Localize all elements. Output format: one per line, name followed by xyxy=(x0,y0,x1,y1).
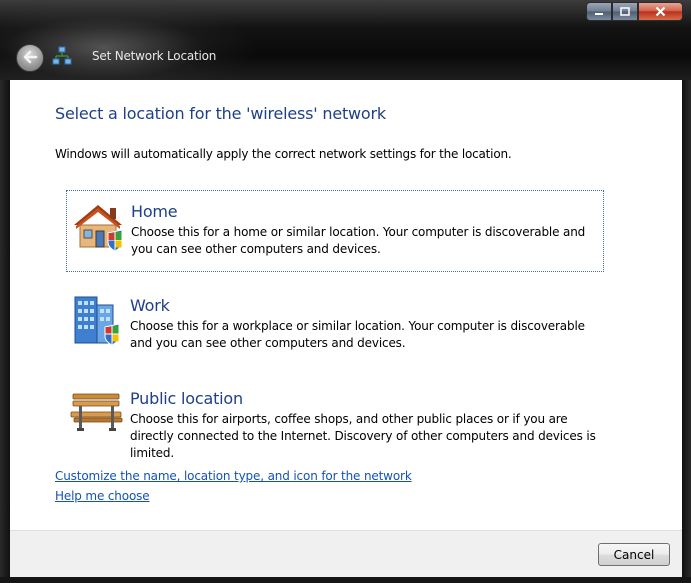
help-me-choose-link[interactable]: Help me choose xyxy=(55,489,150,503)
option-work[interactable]: Work Choose this for a workplace or simi… xyxy=(66,285,604,367)
close-icon xyxy=(655,6,666,17)
caption-buttons xyxy=(586,2,683,22)
option-public-description: Choose this for airports, coffee shops, … xyxy=(130,412,596,460)
back-button[interactable] xyxy=(16,44,44,72)
title-bar: Set Network Location xyxy=(0,0,691,80)
dialog-footer: Cancel xyxy=(10,530,682,577)
minimize-icon xyxy=(594,8,604,16)
customize-network-link[interactable]: Customize the name, location type, and i… xyxy=(55,469,412,483)
option-work-title: Work xyxy=(130,296,170,315)
maximize-button[interactable] xyxy=(612,2,638,21)
option-work-description: Choose this for a workplace or similar l… xyxy=(130,319,585,350)
option-home-description: Choose this for a home or similar locati… xyxy=(131,225,586,256)
set-network-location-window: Set Network Location Select a location f… xyxy=(0,0,691,583)
maximize-icon xyxy=(620,7,630,16)
option-home[interactable]: Home Choose this for a home or similar l… xyxy=(66,190,604,272)
cancel-button[interactable]: Cancel xyxy=(598,543,670,566)
option-home-title: Home xyxy=(131,202,178,221)
home-icon xyxy=(70,199,126,255)
option-public-location[interactable]: Public location Choose this for airports… xyxy=(66,378,604,468)
back-arrow-icon xyxy=(22,49,38,68)
page-heading: Select a location for the 'wireless' net… xyxy=(55,104,386,123)
network-icon xyxy=(52,46,72,66)
minimize-button[interactable] xyxy=(586,2,612,21)
office-building-icon xyxy=(69,293,125,349)
window-title: Set Network Location xyxy=(92,49,217,63)
park-bench-icon xyxy=(69,386,125,442)
close-button[interactable] xyxy=(638,2,683,21)
page-description: Windows will automatically apply the cor… xyxy=(55,147,512,161)
option-public-title: Public location xyxy=(130,389,243,408)
main-content: Select a location for the 'wireless' net… xyxy=(10,80,682,530)
